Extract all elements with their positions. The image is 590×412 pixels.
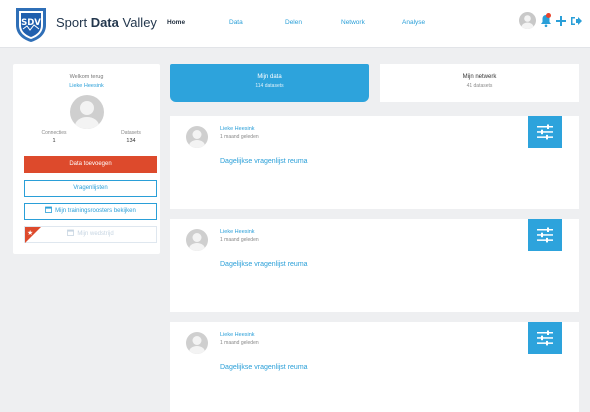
nav-home[interactable]: Home: [167, 19, 185, 26]
profile-avatar[interactable]: [70, 95, 104, 129]
sliders-icon: [537, 330, 553, 346]
brand-prefix: Sport: [56, 15, 91, 30]
logout-icon[interactable]: [569, 13, 583, 29]
nav-analyse[interactable]: Analyse: [402, 19, 425, 26]
datasets-label: Datasets: [121, 130, 141, 136]
training-schedules-button[interactable]: Mijn trainingsroosters bekijken: [24, 203, 157, 220]
logo-text: SDV: [21, 18, 41, 28]
tab-my-data[interactable]: Mijn data 114 datasets: [170, 64, 369, 102]
star-icon: ★: [27, 230, 34, 237]
tab-my-network[interactable]: Mijn netwerk 41 datasets: [380, 64, 579, 102]
post-settings-button[interactable]: [528, 322, 562, 354]
feed-post: Lieke Heesink 1 maand geleden Dagelijkse…: [170, 219, 579, 312]
header-avatar[interactable]: [519, 12, 536, 29]
post-time: 1 maand geleden: [220, 340, 259, 346]
brand-strong: Data: [90, 15, 119, 30]
post-title[interactable]: Dagelijkse vragenlijst reuma: [220, 261, 308, 268]
match-label: Mijn wedstrijd: [77, 231, 114, 237]
post-author[interactable]: Lieke Heesink: [220, 332, 255, 338]
connections-label: Connecties: [41, 130, 67, 136]
match-button[interactable]: Mijn wedstrijd ★: [24, 226, 157, 243]
sliders-icon: [537, 124, 553, 140]
post-title[interactable]: Dagelijkse vragenlijst reuma: [220, 158, 308, 165]
notification-dot: [546, 13, 551, 18]
training-label: Mijn trainingsroosters bekijken: [55, 208, 136, 214]
tab-my-network-subtitle: 41 datasets: [466, 83, 493, 89]
top-header: SDV Sport Data Valley Home Data Delen Ne…: [0, 0, 590, 48]
profile-card: Welkom terug Lieke Heesink Connecties 1 …: [13, 64, 160, 254]
profile-name[interactable]: Lieke Heesink: [13, 83, 160, 89]
brand-suffix: Valley: [118, 15, 157, 30]
tab-my-data-subtitle: 114 datasets: [255, 83, 284, 89]
tab-my-network-title: Mijn netwerk: [462, 74, 497, 80]
post-author[interactable]: Lieke Heesink: [220, 229, 255, 235]
post-time: 1 maand geleden: [220, 237, 259, 243]
connections-count: 1: [52, 138, 56, 144]
post-settings-button[interactable]: [528, 116, 562, 148]
calendar-icon: [45, 206, 53, 213]
datasets-count: 134: [126, 138, 136, 144]
post-avatar[interactable]: [186, 126, 208, 148]
questionnaires-button[interactable]: Vragenlijsten: [24, 180, 157, 197]
post-avatar[interactable]: [186, 332, 208, 354]
nav-data[interactable]: Data: [229, 19, 243, 26]
sliders-icon: [537, 227, 553, 243]
welcome-text: Welkom terug: [69, 74, 104, 80]
feed-post: Lieke Heesink 1 maand geleden Dagelijkse…: [170, 322, 579, 412]
tab-my-data-title: Mijn data: [257, 74, 282, 80]
plus-icon[interactable]: [554, 13, 568, 29]
sdv-logo[interactable]: SDV: [12, 5, 50, 43]
add-data-button[interactable]: Data toevoegen: [24, 156, 157, 173]
post-title[interactable]: Dagelijkse vragenlijst reuma: [220, 364, 308, 371]
post-time: 1 maand geleden: [220, 134, 259, 140]
nav-network[interactable]: Network: [341, 19, 365, 26]
brand-name: Sport Data Valley: [56, 15, 157, 30]
post-author[interactable]: Lieke Heesink: [220, 126, 255, 132]
nav-delen[interactable]: Delen: [285, 19, 302, 26]
calendar-icon-faded: [67, 229, 75, 236]
post-settings-button[interactable]: [528, 219, 562, 251]
feed-post: Lieke Heesink 1 maand geleden Dagelijkse…: [170, 116, 579, 209]
post-avatar[interactable]: [186, 229, 208, 251]
